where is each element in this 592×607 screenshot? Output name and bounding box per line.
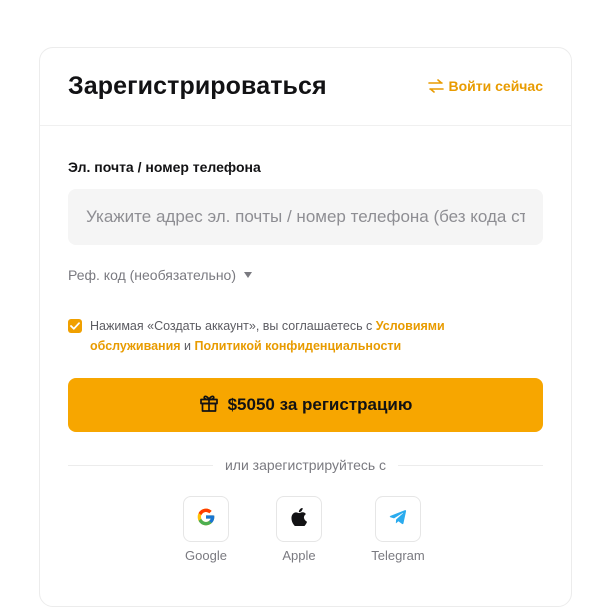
signup-card: Зарегистрироваться Войти сейчас Эл. почт…	[39, 47, 572, 607]
privacy-policy-link[interactable]: Политикой конфиденциальности	[195, 339, 402, 353]
card-header: Зарегистрироваться Войти сейчас	[40, 48, 571, 126]
swap-arrows-icon	[427, 79, 444, 93]
email-phone-label: Эл. почта / номер телефона	[68, 159, 261, 175]
terms-prefix: Нажимая «Создать аккаунт», вы соглашаете…	[90, 319, 376, 333]
apple-icon	[291, 507, 308, 531]
telegram-signup-button[interactable]: Telegram	[368, 496, 428, 563]
divider-line-right	[398, 464, 544, 466]
google-signup-button[interactable]: Google	[176, 496, 236, 563]
referral-code-toggle[interactable]: Реф. код (необязательно)	[68, 267, 252, 283]
social-divider: или зарегистрируйтесь с	[68, 457, 544, 473]
terms-conjunction: и	[180, 339, 195, 353]
apple-signup-button[interactable]: Apple	[269, 496, 329, 563]
google-icon	[196, 507, 216, 532]
divider-line-left	[68, 464, 213, 466]
login-now-label: Войти сейчас	[448, 78, 544, 94]
terms-text: Нажимая «Создать аккаунт», вы соглашаете…	[90, 316, 538, 356]
telegram-icon	[389, 509, 407, 530]
apple-icon-box	[276, 496, 322, 542]
google-icon-box	[183, 496, 229, 542]
page-title: Зарегистрироваться	[68, 72, 327, 100]
telegram-label: Telegram	[371, 548, 425, 563]
caret-down-icon	[244, 272, 252, 278]
google-label: Google	[185, 548, 227, 563]
terms-agreement: Нажимая «Создать аккаунт», вы соглашаете…	[68, 316, 538, 356]
apple-label: Apple	[282, 548, 316, 563]
terms-checkbox[interactable]	[68, 319, 82, 333]
gift-icon	[199, 393, 219, 418]
login-now-link[interactable]: Войти сейчас	[427, 78, 544, 94]
register-button[interactable]: $5050 за регистрацию	[68, 378, 543, 432]
referral-code-label: Реф. код (необязательно)	[68, 267, 236, 283]
register-button-label: $5050 за регистрацию	[227, 395, 413, 414]
social-divider-text: или зарегистрируйтесь с	[224, 457, 387, 473]
checkmark-icon	[70, 322, 80, 330]
email-phone-input[interactable]	[68, 189, 543, 245]
telegram-icon-box	[375, 496, 421, 542]
